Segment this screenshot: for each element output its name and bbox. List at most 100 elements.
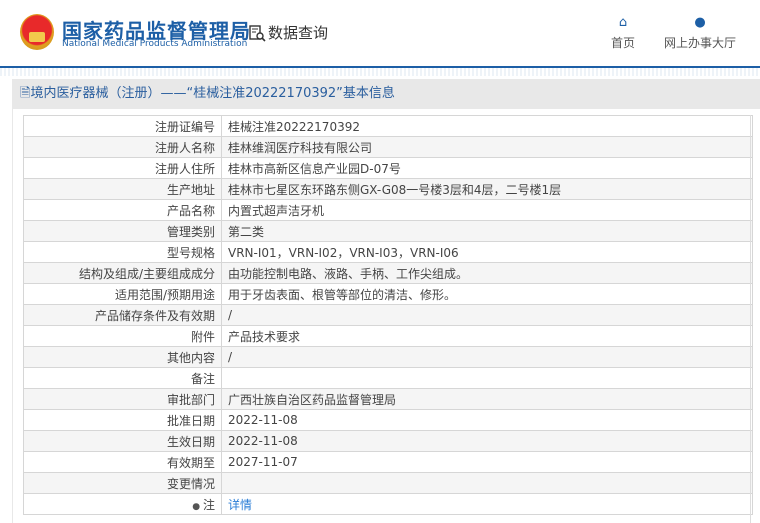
table-row: 生产地址 桂林市七星区东环路东侧GX-G08一号楼3层和4层，二号楼1层	[23, 178, 753, 200]
field-label-text: 管理类别	[166, 224, 215, 239]
field-label: 型号规格	[23, 241, 222, 263]
nav-online-hall[interactable]: ● 网上办事大厅	[664, 16, 736, 51]
field-value: 内置式超声洁牙机	[228, 203, 325, 218]
field-label: ● 注	[23, 493, 222, 515]
field-value-cell: 由功能控制电路、液路、手柄、工作尖组成。	[221, 262, 753, 284]
field-value-cell: 2022-11-08	[221, 409, 753, 431]
table-row: 注册人住所 桂林市高新区信息产业园D-07号	[23, 157, 753, 179]
field-value-cell: 详情	[221, 493, 753, 515]
field-value: VRN-I01，VRN-I02，VRN-I03，VRN-I06	[228, 245, 459, 260]
table-row: 产品名称 内置式超声洁牙机	[23, 199, 753, 221]
field-value-cell: 2022-11-08	[221, 430, 753, 452]
field-label-text: 产品储存条件及有效期	[94, 308, 215, 323]
page-title-bar: 🗎境内医疗器械（注册）——“桂械注准20222170392”基本信息	[12, 79, 760, 109]
field-label: 审批部门	[23, 388, 222, 410]
field-label: 有效期至	[23, 451, 222, 473]
table-row: 批准日期 2022-11-08	[23, 409, 753, 431]
field-label: 产品储存条件及有效期	[23, 304, 222, 326]
field-label-text: 注册人名称	[154, 140, 215, 155]
field-value-cell: /	[221, 304, 753, 326]
field-value: 产品技术要求	[228, 329, 301, 344]
field-label: 生效日期	[23, 430, 222, 452]
detail-panel: 注册证编号 桂械注准20222170392 注册人名称 桂林维润医疗科技有限公司 注册人…	[12, 109, 760, 523]
page-title: 境内医疗器械（注册）——“桂械注准20222170392”基本信息	[30, 86, 395, 101]
field-label-text: 其他内容	[166, 350, 215, 365]
field-label-text: 产品名称	[166, 203, 215, 218]
field-value-cell: VRN-I01，VRN-I02，VRN-I03，VRN-I06	[221, 241, 753, 263]
field-value: 桂林市高新区信息产业园D-07号	[228, 161, 401, 176]
field-value-cell: 桂械注准20222170392	[221, 115, 753, 137]
info-table: 注册证编号 桂械注准20222170392 注册人名称 桂林维润医疗科技有限公司 注册人…	[23, 115, 753, 515]
user-icon: ●	[694, 15, 706, 30]
field-label: 适用范围/预期用途	[23, 283, 222, 305]
field-label: 注册人名称	[23, 136, 222, 158]
table-row: 注册人名称 桂林维润医疗科技有限公司	[23, 136, 753, 158]
field-value: /	[228, 350, 233, 364]
document-search-icon	[249, 24, 266, 42]
field-label-text: 批准日期	[166, 413, 215, 428]
table-row: 附件 产品技术要求	[23, 325, 753, 347]
details-link[interactable]: 详情	[228, 498, 252, 512]
field-value-cell: 2027-11-07	[221, 451, 753, 473]
field-value: 桂械注准20222170392	[228, 119, 360, 134]
field-value-cell: 广西壮族自治区药品监督管理局	[221, 388, 753, 410]
national-emblem-logo	[20, 14, 54, 50]
field-value-cell	[221, 472, 753, 494]
field-value-cell: 桂林市七星区东环路东侧GX-G08一号楼3层和4层，二号楼1层	[221, 178, 753, 200]
field-label-text: 备注	[190, 371, 215, 386]
table-row: 生效日期 2022-11-08	[23, 430, 753, 452]
table-row: 审批部门 广西壮族自治区药品监督管理局	[23, 388, 753, 410]
table-row: 变更情况	[23, 472, 753, 494]
field-label-text: 注册人住所	[154, 161, 215, 176]
table-row: 其他内容 /	[23, 346, 753, 368]
field-label-text: 生产地址	[166, 182, 215, 197]
field-label: 批准日期	[23, 409, 222, 431]
field-label: 管理类别	[23, 220, 222, 242]
nav-home[interactable]: ⌂ 首页	[611, 16, 635, 51]
home-icon: ⌂	[618, 15, 628, 30]
field-value-cell: 桂林维润医疗科技有限公司	[221, 136, 753, 158]
field-label: 结构及组成/主要组成成分	[23, 262, 222, 284]
field-value: 桂林市七星区东环路东侧GX-G08一号楼3层和4层，二号楼1层	[228, 182, 562, 197]
field-value: 2027-11-07	[228, 455, 298, 469]
nav-home-label: 首页	[611, 36, 636, 50]
field-label-text: 变更情况	[166, 476, 215, 491]
field-label: 注册人住所	[23, 157, 222, 179]
table-row: ● 注详情	[23, 493, 753, 515]
field-label-text: 生效日期	[166, 434, 215, 449]
field-label: 附件	[23, 325, 222, 347]
field-value: 用于牙齿表面、根管等部位的清洁、修形。	[228, 287, 457, 302]
data-query-link[interactable]: 数据查询	[248, 22, 328, 43]
field-value-cell: 桂林市高新区信息产业园D-07号	[221, 157, 753, 179]
field-label: 其他内容	[23, 346, 222, 368]
site-header: 国家药品监督管理局 National Medical Products Admi…	[0, 0, 760, 68]
field-label-text: 注	[202, 497, 215, 512]
nav-online-hall-label: 网上办事大厅	[664, 36, 737, 50]
field-label: 产品名称	[23, 199, 222, 221]
field-label-text: 适用范围/预期用途	[114, 287, 215, 302]
table-row: 管理类别 第二类	[23, 220, 753, 242]
field-value-cell	[221, 367, 753, 389]
scrollbar[interactable]	[750, 115, 754, 523]
field-label: 变更情况	[23, 472, 222, 494]
field-label-text: 型号规格	[166, 245, 215, 260]
data-query-label: 数据查询	[268, 24, 329, 42]
field-value-cell: 第二类	[221, 220, 753, 242]
field-value-cell: 内置式超声洁牙机	[221, 199, 753, 221]
table-row: 注册证编号 桂械注准20222170392	[23, 115, 753, 137]
table-row: 产品储存条件及有效期 /	[23, 304, 753, 326]
note-pin-icon: ●	[192, 501, 203, 512]
field-label-text: 注册证编号	[154, 119, 215, 134]
divider	[0, 68, 760, 76]
table-row: 备注	[23, 367, 753, 389]
field-value: 2022-11-08	[228, 413, 298, 427]
field-value: 2022-11-08	[228, 434, 298, 448]
field-label: 生产地址	[23, 178, 222, 200]
table-row: 型号规格 VRN-I01，VRN-I02，VRN-I03，VRN-I06	[23, 241, 753, 263]
field-value: 广西壮族自治区药品监督管理局	[228, 392, 397, 407]
field-label: 注册证编号	[23, 115, 222, 137]
field-label-text: 审批部门	[166, 392, 215, 407]
field-label-text: 结构及组成/主要组成成分	[78, 266, 215, 281]
document-icon: 🗎	[20, 86, 31, 101]
field-label-text: 有效期至	[166, 455, 215, 470]
